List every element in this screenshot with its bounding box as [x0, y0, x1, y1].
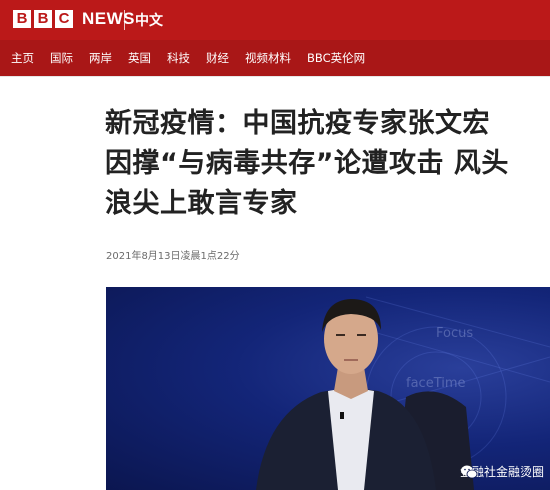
- nav-item-tech[interactable]: 科技: [157, 50, 190, 66]
- nav-item-international[interactable]: 国际: [40, 50, 73, 66]
- microphone: [340, 412, 344, 419]
- person-mouth: [344, 359, 358, 361]
- person-eye-right: [357, 334, 366, 336]
- nav-rule: [0, 76, 550, 77]
- language-label[interactable]: 中文: [135, 10, 163, 30]
- article-photo: Focus faceTime 金融社金融烫圈: [106, 287, 550, 490]
- headline-line-2: 因撑“与病毒共存”论遭攻击 风头: [105, 148, 509, 179]
- watermark-facetime: faceTime: [406, 376, 466, 391]
- photo-illustration: Focus faceTime: [256, 296, 550, 490]
- section-nav: 主页 国际 两岸 英国 科技 财经 视频材料 BBC英伦网: [0, 40, 550, 76]
- wechat-watermark: 金融社金融烫圈: [460, 463, 544, 480]
- person-eye-left: [336, 334, 345, 336]
- article-headline: 新冠疫情：中国抗疫专家张文宏 因撑“与病毒共存”论遭攻击 风头 浪尖上敢言专家: [105, 104, 545, 224]
- headline-line-1: 新冠疫情：中国抗疫专家张文宏: [105, 108, 490, 139]
- logo-letter-c: C: [55, 10, 73, 28]
- brand-name[interactable]: NEWS: [82, 9, 135, 29]
- nav-item-home[interactable]: 主页: [0, 50, 34, 66]
- bbc-logo[interactable]: B B C: [13, 10, 73, 28]
- wechat-icon: [460, 465, 478, 479]
- nav-item-uk[interactable]: 英国: [118, 50, 151, 66]
- nav-item-video[interactable]: 视频材料: [235, 50, 291, 66]
- logo-letter-b1: B: [13, 10, 31, 28]
- header-divider: [124, 10, 125, 30]
- top-bar: B B C NEWS 中文: [0, 0, 550, 40]
- headline-line-3: 浪尖上敢言专家: [105, 188, 298, 219]
- nav-item-finance[interactable]: 财经: [196, 50, 229, 66]
- article-timestamp: 2021年8月13日凌晨1点22分: [106, 251, 240, 262]
- nav-item-cross-strait[interactable]: 两岸: [79, 50, 112, 66]
- watermark-focus: Focus: [436, 326, 473, 341]
- logo-letter-b2: B: [34, 10, 52, 28]
- nav-item-bbc-uk[interactable]: BBC英伦网: [297, 50, 365, 66]
